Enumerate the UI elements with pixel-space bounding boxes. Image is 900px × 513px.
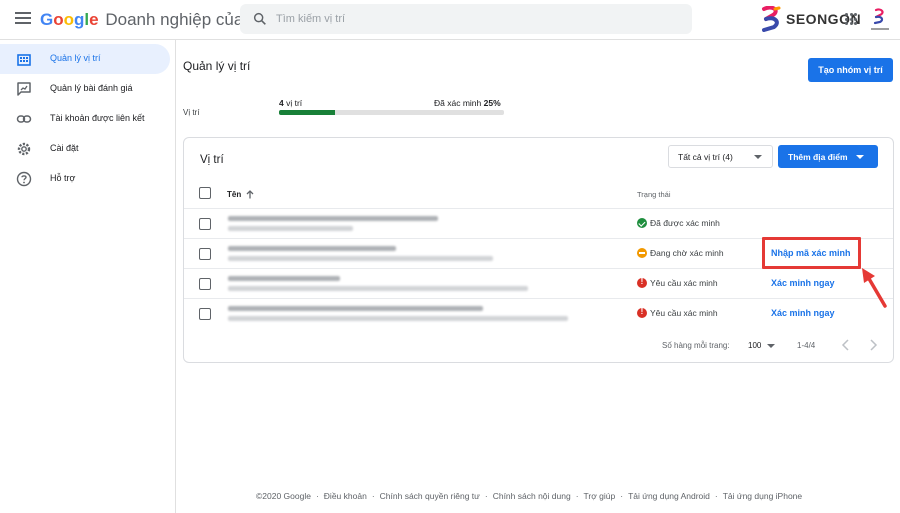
status-text: Đang chờ xác minh [650, 248, 724, 258]
footer-link-android-app[interactable]: Tải ứng dụng Android [628, 491, 710, 501]
status-badge: Yêu cầu xác minh [637, 277, 718, 288]
footer-link-content-policy[interactable]: Chính sách nội dung [493, 491, 571, 501]
add-location-button[interactable]: Thêm địa điểm [778, 145, 878, 168]
error-icon [637, 307, 647, 318]
footer-link-terms[interactable]: Điều khoản [324, 491, 367, 501]
location-name-redacted [228, 276, 340, 281]
search-input[interactable] [276, 4, 676, 34]
review-icon [17, 82, 31, 96]
chevron-down-icon [754, 155, 762, 159]
chevron-right-icon[interactable] [868, 339, 878, 351]
status-badge: Yêu cầu xác minh [637, 307, 718, 318]
avatar[interactable] [868, 6, 892, 34]
link-icon [16, 115, 32, 123]
verify-now-link[interactable]: Xác minh ngay [771, 308, 835, 318]
location-count-unit: vị trí [286, 98, 303, 108]
page-title: Quản lý vị trí [183, 59, 251, 73]
check-circle-icon [637, 218, 647, 228]
sidebar-item-label: Cài đặt [50, 143, 79, 153]
chevron-left-icon[interactable] [841, 339, 851, 351]
verification-progress-bar [279, 110, 504, 115]
sidebar-item-label: Tài khoản được liên kết [50, 113, 145, 123]
location-filter-value: Tất cả vị trí (4) [678, 151, 733, 162]
table-row[interactable]: Yêu cầu xác minh Xác minh ngay [184, 268, 893, 298]
chevron-down-icon [767, 343, 776, 348]
seongon-logo-icon [762, 6, 781, 32]
error-icon [637, 277, 647, 288]
gear-icon [17, 142, 31, 156]
location-name-redacted [228, 306, 483, 311]
rows-per-page-label: Số hàng mỗi trang: [662, 341, 730, 350]
row-checkbox[interactable] [199, 218, 211, 230]
row-checkbox[interactable] [199, 308, 211, 320]
row-checkbox[interactable] [199, 248, 211, 260]
card-title: Vị trí [200, 154, 224, 166]
verified-label: Đã xác minh [434, 98, 482, 108]
help-icon [16, 171, 32, 187]
create-location-group-button[interactable]: Tạo nhóm vị trí [808, 58, 893, 82]
pagination-range: 1-4/4 [797, 341, 816, 350]
sidebar-item-reviews[interactable]: Quản lý bài đánh giá [0, 74, 170, 104]
column-header-name-label: Tên [227, 190, 242, 199]
annotation-arrow-icon [862, 268, 887, 308]
sidebar-item-label: Hỗ trợ [50, 173, 76, 183]
verified-percent: 25% [483, 98, 501, 108]
location-address-redacted [228, 286, 528, 291]
location-count: 4 vị trí [279, 98, 302, 108]
summary-label: Vị trí [183, 108, 200, 117]
table-row[interactable]: Yêu cầu xác minh Xác minh ngay [184, 298, 893, 328]
verify-now-link[interactable]: Xác minh ngay [771, 278, 835, 288]
sidebar-item-linked-accounts[interactable]: Tài khoản được liên kết [0, 104, 170, 134]
verification-progress-fill [279, 110, 336, 115]
search-bar[interactable] [240, 4, 692, 34]
sidebar-item-label: Quản lý bài đánh giá [50, 83, 133, 93]
product-logo[interactable]: Google Doanh nghiệp của tôi [40, 10, 266, 30]
location-address-redacted [228, 316, 568, 321]
select-all-checkbox[interactable] [199, 187, 211, 199]
rows-per-page-value: 100 [748, 341, 762, 350]
google-wordmark: Google [40, 10, 99, 29]
location-address-redacted [228, 256, 493, 261]
status-text: Yêu cầu xác minh [650, 308, 718, 318]
apps-grid-icon[interactable] [845, 13, 857, 25]
location-filter-select[interactable]: Tất cả vị trí (4) [668, 145, 773, 168]
status-badge: Đã được xác minh [637, 218, 720, 228]
column-header-name[interactable]: Tên [227, 190, 254, 199]
status-text: Yêu cầu xác minh [650, 278, 718, 288]
dropdown-arrow-icon [856, 155, 864, 159]
top-bar: Google Doanh nghiệp của tôi SEONGON [0, 0, 900, 40]
location-count-value: 4 [279, 98, 284, 108]
row-checkbox[interactable] [199, 278, 211, 290]
footer-link-help[interactable]: Trợ giúp [584, 491, 616, 501]
pending-icon [637, 248, 647, 258]
footer-link-iphone-app[interactable]: Tải ứng dụng iPhone [723, 491, 802, 501]
location-name-redacted [228, 246, 396, 251]
sidebar-item-label: Quản lý vị trí [50, 53, 101, 63]
footer-copyright: ©2020 Google [256, 491, 311, 501]
sidebar-item-settings[interactable]: Cài đặt [0, 134, 170, 164]
rows-per-page-select[interactable]: 100 [748, 341, 776, 350]
search-icon [253, 12, 266, 25]
verified-summary: Đã xác minh 25% [434, 98, 501, 108]
menu-icon[interactable] [15, 12, 31, 26]
location-name-redacted [228, 216, 438, 221]
sidebar: Quản lý vị trí Quản lý bài đánh giá Tài … [0, 40, 176, 513]
table-row[interactable]: Đã được xác minh [184, 208, 893, 238]
status-badge: Đang chờ xác minh [637, 248, 724, 258]
highlight-box [762, 237, 861, 269]
add-location-label: Thêm địa điểm [788, 151, 848, 162]
location-address-redacted [228, 226, 353, 231]
sidebar-item-locations[interactable]: Quản lý vị trí [0, 44, 170, 74]
sidebar-item-help[interactable]: Hỗ trợ [0, 164, 170, 194]
column-header-status: Trạng thái [637, 190, 671, 199]
footer: ©2020 Google · Điều khoản · Chính sách quy… [256, 491, 803, 501]
sort-arrow-up-icon[interactable] [246, 190, 254, 199]
status-text: Đã được xác minh [650, 218, 720, 228]
building-icon [17, 54, 31, 66]
footer-link-privacy[interactable]: Chính sách quyền riêng tư [380, 491, 480, 501]
